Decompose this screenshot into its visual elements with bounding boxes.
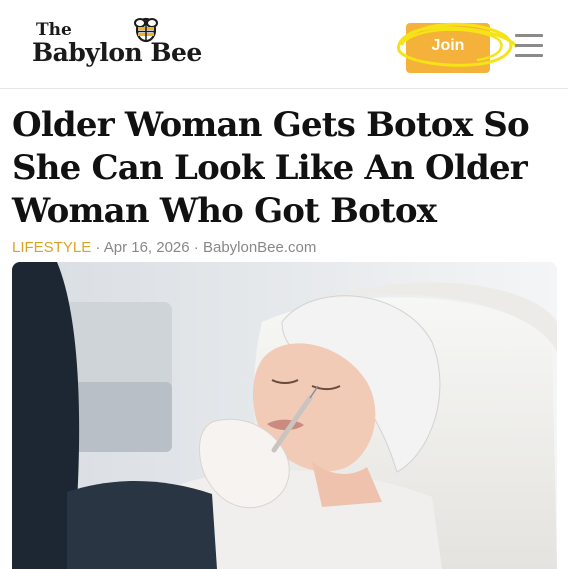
article-meta: LIFESTYLE · Apr 16, 2026 · BabylonBee.co… xyxy=(12,239,316,256)
hero-image xyxy=(12,262,557,569)
article-date: Apr 16, 2026 xyxy=(103,239,190,256)
category-link[interactable]: LIFESTYLE xyxy=(12,239,91,256)
meta-separator: · xyxy=(193,239,199,256)
article-headline: Older Woman Gets Botox So She Can Look L… xyxy=(12,105,530,231)
join-button[interactable]: Join xyxy=(406,23,490,73)
meta-separator: · xyxy=(95,239,101,256)
logo-line-name: Babylon Bee xyxy=(32,38,202,67)
site-logo[interactable]: The Babylon Bee xyxy=(30,14,230,76)
hamburger-menu-icon[interactable] xyxy=(515,34,543,58)
article-source: BabylonBee.com xyxy=(202,239,317,256)
logo-line-the: The xyxy=(36,20,72,40)
hero-illustration xyxy=(12,262,557,569)
join-button-label: Join xyxy=(431,37,465,54)
site-header: The Babylon Bee Join xyxy=(0,0,568,89)
